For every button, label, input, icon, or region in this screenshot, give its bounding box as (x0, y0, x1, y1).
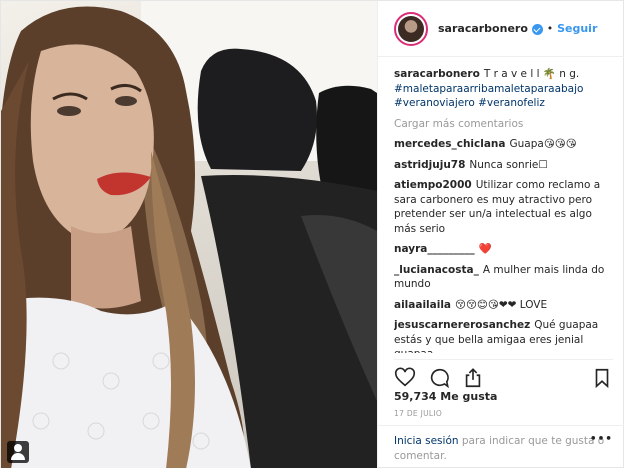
user-tag-icon[interactable] (7, 441, 29, 463)
comment-user[interactable]: jesuscarnererosanchez (394, 319, 530, 331)
caption-text: T r a v e l l 🌴 n g. (483, 68, 580, 80)
comment-icon[interactable] (428, 367, 450, 389)
bookmark-icon[interactable] (591, 367, 613, 389)
comment-text: Guapa😘😘😘 (509, 138, 577, 150)
comment-item: nayra_________ ❤️ (394, 242, 613, 257)
likes-count[interactable]: 59,734 Me gusta (394, 390, 497, 403)
comment-text: 😚😚😊😘❤❤ LOVE (455, 298, 548, 311)
verified-badge-icon (531, 24, 543, 35)
caption-hashtags[interactable]: #maletaparaarribamaletaparaabajo #verano… (394, 83, 583, 110)
action-bar (394, 359, 613, 389)
post-photo[interactable] (1, 1, 377, 468)
comment-text: ❤️ (478, 243, 492, 255)
more-options-icon[interactable]: ••• (590, 433, 613, 445)
post-date[interactable]: 17 DE JULIO (394, 409, 442, 418)
header-username[interactable]: saracarbonero (438, 22, 528, 35)
caption-user[interactable]: saracarbonero (394, 68, 480, 80)
login-link[interactable]: Inicia sesión (394, 435, 459, 447)
caption: saracarbonero T r a v e l l 🌴 n g. #malet… (394, 67, 613, 111)
comment-text: Nunca sonrie☐ (469, 158, 548, 171)
comment-user[interactable]: nayra_________ (394, 243, 475, 255)
share-icon[interactable] (462, 367, 484, 389)
post-window: saracarbonero • Seguir saracarbonero T r … (0, 0, 624, 468)
load-more-comments[interactable]: Cargar más comentarios (394, 117, 613, 132)
comment-item: astridjuju78 Nunca sonrie☐ (394, 158, 613, 173)
comment-user[interactable]: atiempo2000 (394, 179, 472, 191)
comment-item: ailaailaila 😚😚😊😘❤❤ LOVE (394, 298, 613, 313)
comments-list: saracarbonero T r a v e l l 🌴 n g. #malet… (394, 67, 613, 353)
header-separator: • (546, 22, 554, 35)
comment-user[interactable]: ailaailaila (394, 299, 451, 311)
comment-item: _lucianacosta_ A mulher mais linda do mun… (394, 263, 613, 292)
comment-item: jesuscarnererosanchez Qué guapaa estás y … (394, 318, 613, 353)
comment-user[interactable]: astridjuju78 (394, 159, 465, 171)
photo-illustration (1, 1, 377, 468)
comment-user[interactable]: mercedes_chiclana (394, 138, 506, 150)
follow-button[interactable]: Seguir (557, 22, 597, 35)
comment-user[interactable]: _lucianacosta_ (394, 264, 479, 276)
login-prompt: Inicia sesión para indicar que te gusta … (378, 425, 624, 464)
post-side-panel: saracarbonero • Seguir saracarbonero T r … (377, 1, 624, 468)
comment-item: mercedes_chiclana Guapa😘😘😘 (394, 137, 613, 152)
post-header: saracarbonero • Seguir (378, 1, 624, 57)
avatar[interactable] (394, 11, 428, 46)
comment-item: atiempo2000 Utilizar como reclamo a sara … (394, 178, 613, 236)
heart-icon[interactable] (394, 366, 416, 389)
